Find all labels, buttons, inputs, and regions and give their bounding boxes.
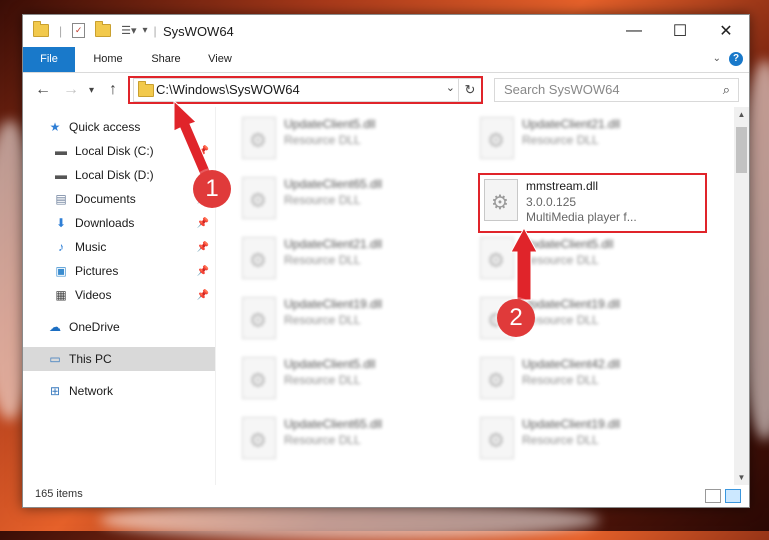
chevron-down-icon[interactable]: ▾ — [143, 25, 148, 36]
tab-file[interactable]: File — [23, 47, 75, 72]
pin-icon[interactable]: 📌 — [197, 266, 209, 277]
search-box[interactable]: Search SysWOW64 ⌕ — [494, 78, 739, 102]
maximize-button[interactable]: ☐ — [657, 15, 703, 47]
forward-arrow-icon[interactable]: → — [63, 81, 79, 99]
scroll-down-arrow-icon[interactable]: ▼ — [734, 470, 749, 485]
list-item[interactable]: UpdateClient65.dll Resource DLL — [236, 171, 456, 223]
vertical-scrollbar[interactable]: ▲ ▼ — [734, 107, 749, 485]
tiles-view-icon[interactable] — [725, 489, 741, 503]
sidebar-item-label: Downloads — [75, 216, 135, 230]
up-arrow-icon[interactable]: ↑ — [109, 81, 117, 99]
pictures-icon: ▣ — [55, 264, 67, 278]
search-input[interactable]: Search SysWOW64 — [504, 82, 620, 97]
dll-file-icon — [242, 297, 276, 339]
details-view-icon[interactable] — [705, 489, 721, 503]
list-item[interactable]: UpdateClient5.dll Resource DLL — [474, 231, 694, 283]
dll-file-icon — [480, 117, 514, 159]
videos-icon: ▦ — [55, 288, 67, 302]
sidebar-item-this-pc[interactable]: ▭ This PC — [23, 347, 215, 371]
search-icon[interactable]: ⌕ — [723, 82, 730, 98]
sidebar-item-downloads[interactable]: ⬇ Downloads 📌 — [23, 211, 215, 235]
dll-file-icon — [480, 357, 514, 399]
drive-icon: ▬ — [55, 144, 67, 158]
drive-icon: ▬ — [55, 168, 67, 182]
cloud-icon: ☁ — [49, 320, 61, 334]
sidebar-item-label: Local Disk (D:) — [75, 168, 154, 182]
quick-access-toolbar: | ✓ ☰▾ ▾ | — [33, 21, 157, 38]
dll-file-icon — [480, 417, 514, 459]
customize-toolbar-icon[interactable]: ☰▾ — [121, 24, 136, 37]
back-arrow-icon[interactable]: ← — [35, 81, 51, 99]
tab-home[interactable]: Home — [83, 47, 133, 72]
chevron-down-icon[interactable]: ⌄ — [713, 53, 721, 64]
sidebar-item-documents[interactable]: ▤ Documents 📌 — [23, 187, 215, 211]
sidebar-item-label: Music — [75, 240, 107, 254]
sidebar-item-label: Quick access — [69, 120, 141, 134]
step-2-badge: 2 — [497, 299, 535, 337]
sidebar-item-network[interactable]: ⊞ Network — [23, 379, 215, 403]
music-icon: ♪ — [58, 240, 64, 254]
step-1-badge: 1 — [193, 170, 231, 208]
pin-icon[interactable]: 📌 — [197, 218, 209, 229]
tab-share[interactable]: Share — [141, 47, 191, 72]
folder-icon — [33, 21, 49, 37]
sidebar-item-quick-access[interactable]: ★ Quick access — [23, 115, 215, 139]
navigation-pane: ★ Quick access ▬ Local Disk (C:) 📌 ▬ Loc… — [23, 107, 216, 485]
properties-icon[interactable]: ✓ — [72, 23, 86, 38]
close-button[interactable]: ✕ — [703, 15, 749, 47]
sidebar-item-local-disk-c[interactable]: ▬ Local Disk (C:) 📌 — [23, 139, 215, 163]
file-list: UpdateClient5.dll Resource DLL UpdateCli… — [216, 107, 734, 485]
star-icon: ★ — [49, 120, 61, 134]
new-folder-icon[interactable] — [95, 21, 112, 37]
sidebar-item-pictures[interactable]: ▣ Pictures 📌 — [23, 259, 215, 283]
title-bar: | ✓ ☰▾ ▾ | SysWOW64 — ☐ ✕ — [23, 15, 749, 47]
file-highlight — [478, 173, 707, 233]
list-item[interactable]: UpdateClient21.dll Resource DLL — [236, 231, 456, 283]
dll-file-icon — [480, 237, 514, 279]
documents-icon: ▤ — [55, 192, 67, 206]
scrollbar-thumb[interactable] — [736, 127, 747, 173]
sidebar-item-label: This PC — [69, 352, 112, 366]
help-icon[interactable]: ? — [729, 52, 743, 66]
sidebar-item-videos[interactable]: ▦ Videos 📌 — [23, 283, 215, 307]
list-item[interactable]: UpdateClient5.dll Resource DLL — [236, 351, 456, 403]
dll-file-icon — [242, 237, 276, 279]
list-item[interactable]: UpdateClient65.dll Resource DLL — [236, 411, 456, 463]
sidebar-item-label: OneDrive — [69, 320, 120, 334]
sidebar-item-label: Documents — [75, 192, 136, 206]
dll-file-icon — [242, 417, 276, 459]
minimize-button[interactable]: — — [611, 15, 657, 47]
list-item[interactable]: UpdateClient42.dll Resource DLL — [474, 351, 694, 403]
ribbon-tabs: File Home Share View ⌄ ? — [23, 47, 749, 73]
dll-file-icon — [242, 117, 276, 159]
item-count: 165 items — [35, 488, 83, 500]
list-item[interactable]: UpdateClient5.dll Resource DLL — [236, 111, 456, 163]
status-bar: 165 items — [23, 485, 749, 507]
address-bar-highlight — [128, 76, 483, 104]
list-item[interactable]: UpdateClient19.dll Resource DLL — [236, 291, 456, 343]
window-title: SysWOW64 — [163, 24, 234, 39]
sidebar-item-label: Local Disk (C:) — [75, 144, 154, 158]
dll-file-icon — [242, 177, 276, 219]
pc-icon: ▭ — [49, 352, 61, 366]
pin-icon[interactable]: 📌 — [197, 146, 209, 157]
sidebar-item-label: Videos — [75, 288, 112, 302]
pin-icon[interactable]: 📌 — [197, 290, 209, 301]
sidebar-item-label: Network — [69, 384, 114, 398]
scroll-up-arrow-icon[interactable]: ▲ — [734, 107, 749, 122]
recent-locations-chevron-icon[interactable]: ▾ — [89, 85, 94, 96]
sidebar-item-local-disk-d[interactable]: ▬ Local Disk (D:) 📌 — [23, 163, 215, 187]
sidebar-item-music[interactable]: ♪ Music 📌 — [23, 235, 215, 259]
dll-file-icon — [242, 357, 276, 399]
list-item[interactable]: UpdateClient19.dll Resource DLL — [474, 411, 694, 463]
download-icon: ⬇ — [55, 216, 67, 230]
sidebar-item-label: Pictures — [75, 264, 119, 278]
list-item[interactable]: UpdateClient21.dll Resource DLL — [474, 111, 694, 163]
sidebar-item-onedrive[interactable]: ☁ OneDrive — [23, 315, 215, 339]
tab-view[interactable]: View — [197, 47, 243, 72]
pin-icon[interactable]: 📌 — [197, 242, 209, 253]
network-icon: ⊞ — [49, 384, 61, 398]
